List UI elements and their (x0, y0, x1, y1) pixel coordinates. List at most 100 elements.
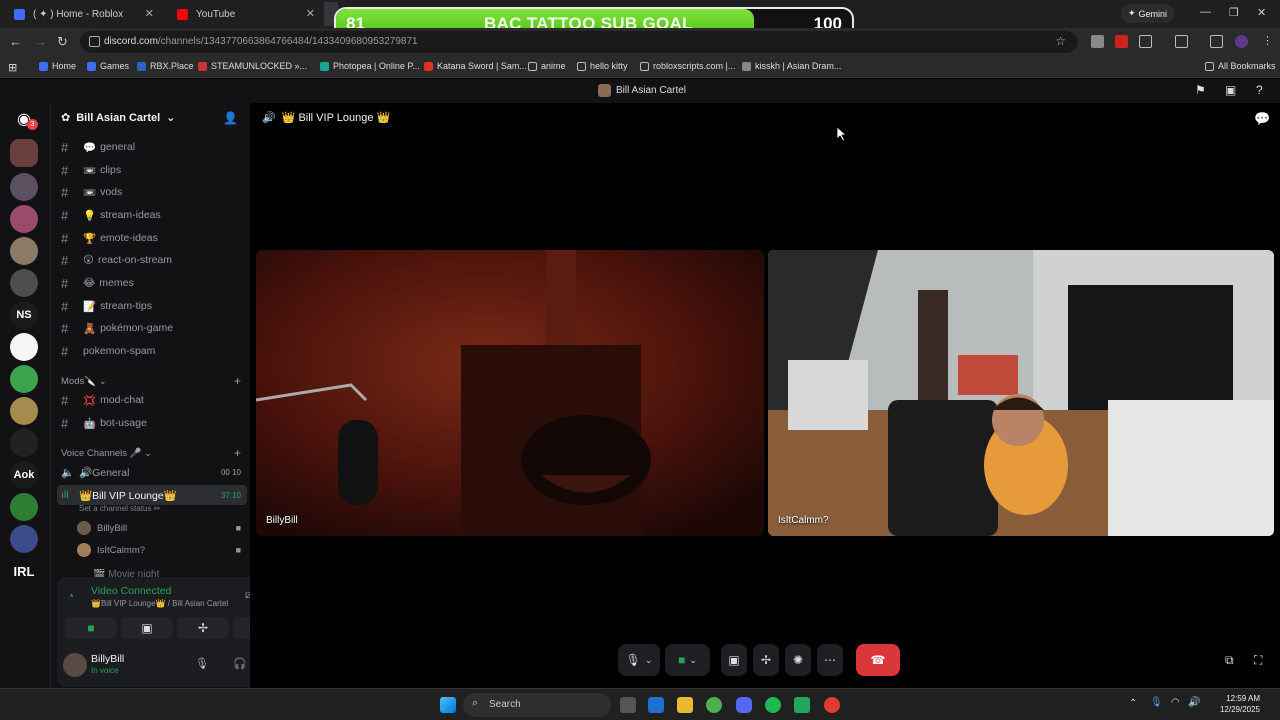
cast-icon[interactable] (1175, 35, 1188, 48)
server-icon-irl[interactable]: IRL (10, 557, 38, 585)
site-info-icon[interactable] (89, 36, 100, 47)
category-voice-channels[interactable]: Voice Channels 🎤 ⌄ + (61, 446, 241, 460)
channel-pokemon-game[interactable]: # 🧸 pokémon-game (61, 318, 247, 338)
video-tile-isitcalmm[interactable]: IsItCalmm? (768, 250, 1274, 536)
inbox-icon[interactable]: ▣ (1225, 83, 1236, 97)
headphones-icon[interactable]: 🎧 (233, 657, 247, 670)
server-icon[interactable] (10, 333, 38, 361)
channel-stream-tips[interactable]: # 📝 stream-tips (61, 296, 247, 316)
channel-stream-ideas[interactable]: # 💡 stream-ideas (61, 205, 247, 225)
mute-toggle-button[interactable]: 🎙 ⌄ (618, 644, 660, 676)
share-screen-button[interactable]: ▣ (721, 644, 747, 676)
server-icon[interactable] (10, 237, 38, 265)
bookmark-item[interactable]: Photopea | Online P... (320, 61, 420, 71)
server-icon-bill-asian-cartel[interactable] (10, 139, 38, 167)
close-tab-icon[interactable]: ✕ (145, 7, 154, 20)
channel-emote-ideas[interactable]: # 🏆 emote-ideas (61, 228, 247, 248)
camera-toggle-button[interactable]: ■ (65, 617, 117, 639)
flag-icon[interactable]: ⚑ (1195, 83, 1206, 97)
camera-toggle-button[interactable]: ■ ⌄ (665, 644, 710, 676)
help-icon[interactable]: ? (1256, 83, 1263, 97)
app-icon[interactable] (648, 697, 664, 713)
channel-pokemon-spam[interactable]: # pokemon-spam (61, 341, 247, 361)
all-bookmarks[interactable]: All Bookmarks (1205, 61, 1276, 71)
apps-grid-icon[interactable]: ⊞ (8, 61, 17, 74)
server-icon[interactable] (10, 173, 38, 201)
profile-avatar-icon[interactable] (1235, 35, 1248, 48)
server-icon-aok[interactable]: Aok (10, 461, 38, 489)
screen-share-button[interactable]: ▣ (121, 617, 173, 639)
channel-react-on-stream[interactable]: # 😲 react-on-stream (61, 250, 247, 270)
extension-icon[interactable] (1115, 35, 1128, 48)
chat-bubble-icon[interactable]: 💬 (1254, 111, 1270, 127)
bookmark-folder[interactable]: hello kitty (577, 61, 628, 71)
microphone-icon[interactable]: 🎙 (195, 657, 209, 670)
close-window-icon[interactable]: ✕ (1257, 6, 1266, 19)
restore-icon[interactable]: ❐ (1229, 6, 1239, 19)
taskbar-search[interactable]: ⌕ Search (463, 693, 611, 717)
set-channel-status[interactable]: Set a channel status ✏ (79, 504, 160, 513)
bookmark-item[interactable]: kisskh | Asian Dram... (742, 61, 841, 71)
disconnect-call-button[interactable]: ☎ (856, 644, 900, 676)
bookmark-item[interactable]: Games (87, 61, 129, 71)
server-icon[interactable] (10, 525, 38, 553)
voice-user-isitcalmm[interactable]: IsItCalmm? ■ (77, 541, 241, 559)
activities-button[interactable]: ✢ (177, 617, 229, 639)
minimize-icon[interactable]: — (1200, 6, 1211, 18)
bookmark-item[interactable]: RBX.Place (137, 61, 194, 71)
url-bar[interactable]: discord.com/channels/1343770663864766484… (80, 31, 1078, 53)
category-mods[interactable]: Mods🔪 ⌄ + (61, 374, 241, 388)
server-icon[interactable] (10, 269, 38, 297)
chrome-icon[interactable] (706, 697, 722, 713)
wifi-icon[interactable]: ◠ (1171, 697, 1180, 708)
forward-icon[interactable]: → (34, 34, 47, 49)
microphone-tray-icon[interactable]: 🎙 (1150, 697, 1163, 708)
bookmark-item[interactable]: Katana Sword | Sam... (424, 61, 527, 71)
discord-icon[interactable] (736, 697, 752, 713)
voice-channel-movie-night[interactable]: 🎬 Movie night (93, 569, 159, 577)
spotify-icon[interactable] (765, 697, 781, 713)
add-channel-icon[interactable]: + (234, 446, 241, 460)
server-icon[interactable] (10, 397, 38, 425)
server-header[interactable]: ✿ Bill Asian Cartel ⌄ (61, 111, 175, 125)
tab-roblox[interactable]: ( ✦ ) Home - Roblox ✕ (0, 2, 160, 26)
bookmark-folder[interactable]: anime (528, 61, 566, 71)
system-clock[interactable]: 12:59 AM 12/29/2025 (1220, 693, 1260, 715)
soundboard-button[interactable]: ✺ (785, 644, 811, 676)
channel-vods[interactable]: # 📼 vods (61, 182, 247, 202)
show-hidden-icons-icon[interactable]: ⌃ (1129, 698, 1137, 709)
opera-icon[interactable] (824, 697, 840, 713)
app-icon[interactable] (794, 697, 810, 713)
voice-channel-bill-vip-lounge[interactable]: ıll 👑Bill VIP Lounge👑 37:10 (57, 485, 247, 505)
voice-user-billybill[interactable]: BillyBill ■ (77, 519, 241, 537)
bookmark-folder[interactable]: robloxscripts.com |... (640, 61, 735, 71)
channel-general[interactable]: # 💬 general (61, 137, 247, 157)
menu-kebab-icon[interactable]: ⋮ (1262, 34, 1273, 47)
add-channel-icon[interactable]: + (234, 374, 241, 388)
server-icon[interactable] (10, 205, 38, 233)
user-avatar[interactable] (63, 653, 87, 677)
voice-channel-general[interactable]: 🔈 🔊General 00 10 (57, 462, 247, 482)
invite-people-icon[interactable]: 👤 (223, 111, 238, 125)
channel-bot-usage[interactable]: # 🤖 bot-usage (61, 413, 247, 433)
close-tab-icon[interactable]: ✕ (306, 7, 315, 20)
extension-icon[interactable] (1091, 35, 1104, 48)
more-options-button[interactable]: ⋯ (817, 644, 843, 676)
file-explorer-icon[interactable] (677, 697, 693, 713)
reload-icon[interactable]: ↻ (57, 34, 68, 50)
tab-youtube[interactable]: YouTube ✕ (163, 2, 321, 26)
activities-button[interactable]: ✢ (753, 644, 779, 676)
media-icon[interactable] (1210, 35, 1223, 48)
app-icon[interactable] (620, 697, 636, 713)
gemini-button[interactable]: ✦ Gemini (1121, 4, 1174, 23)
channel-mod-chat[interactable]: # 💢 mod-chat (61, 390, 247, 410)
volume-icon[interactable]: 🔊 (1188, 697, 1200, 708)
channel-clips[interactable]: # 📼 clips (61, 160, 247, 180)
extensions-puzzle-icon[interactable] (1139, 35, 1152, 48)
bookmark-item[interactable]: STEAMUNLOCKED »... (198, 61, 307, 71)
server-icon[interactable] (10, 429, 38, 457)
fullscreen-icon[interactable]: ⛶ (1254, 653, 1262, 668)
server-icon[interactable] (10, 493, 38, 521)
bookmark-item[interactable]: Home (39, 61, 76, 71)
server-icon-ns[interactable]: NS (10, 301, 38, 329)
